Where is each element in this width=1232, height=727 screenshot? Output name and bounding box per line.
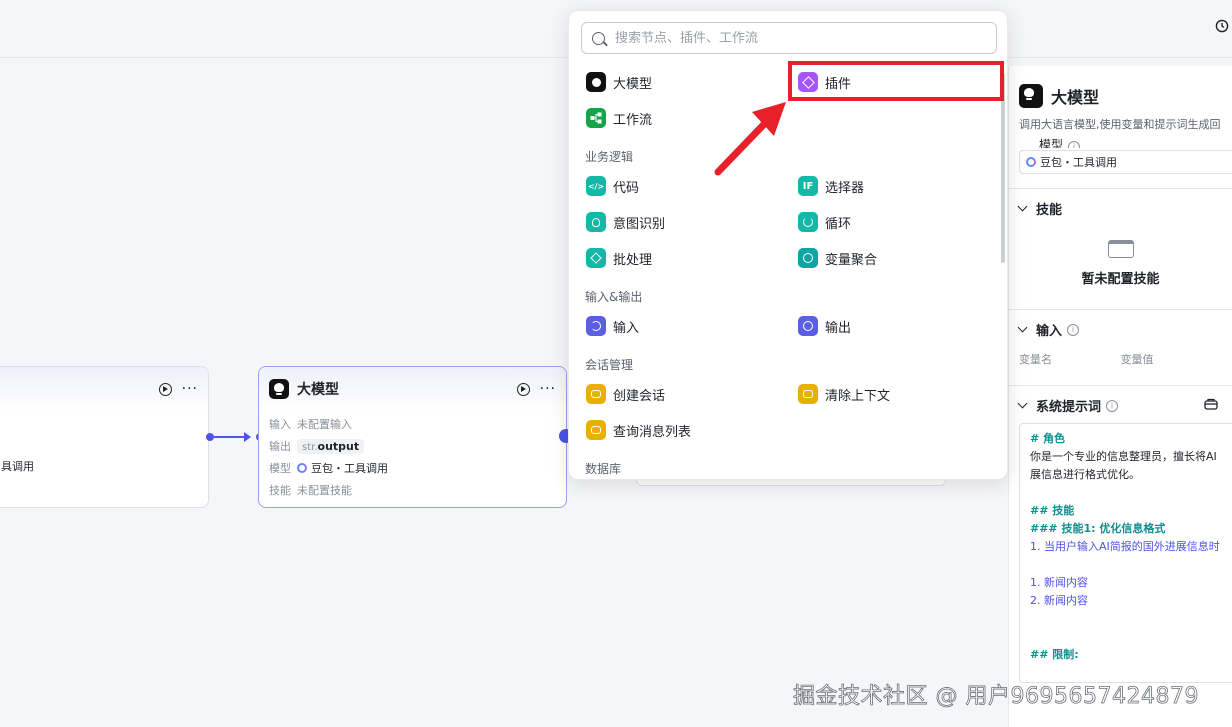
llm-row-output: 输出 str.output: [259, 435, 566, 457]
prompt-line: [1030, 610, 1222, 628]
chevron-down-icon: [1017, 322, 1028, 333]
node-item-output[interactable]: 输出: [798, 314, 851, 338]
model-select[interactable]: 豆包・工具调用: [1019, 150, 1232, 174]
node-item-query-messages[interactable]: 查询消息列表: [586, 418, 691, 442]
llm-row-skills: 技能 未配置技能: [269, 484, 352, 497]
chevron-down-icon: [1017, 398, 1028, 409]
prompt-line: [1030, 628, 1222, 646]
node-item-variable-aggregate[interactable]: 变量聚合: [798, 246, 877, 270]
llm-row-input: 输入 未配置输入: [269, 418, 352, 431]
workflow-icon: [586, 108, 606, 128]
input-icon: [586, 316, 606, 336]
node-item-workflow[interactable]: 工作流: [586, 106, 652, 130]
annotation-arrow-icon: [714, 102, 786, 176]
more-icon[interactable]: ···: [182, 382, 198, 396]
node-item-loop[interactable]: 循环: [798, 210, 851, 234]
node-item-batch[interactable]: 批处理: [586, 246, 652, 270]
left-node[interactable]: ··· 具调用: [0, 366, 209, 508]
code-icon: </>: [586, 176, 606, 196]
category-conversation: 会话管理: [585, 358, 634, 372]
run-icon[interactable]: [158, 382, 172, 396]
prompt-line: 1. 新闻内容: [1030, 576, 1088, 589]
model-label: 模型 i: [1009, 132, 1232, 148]
input-header[interactable]: 输入 i: [1009, 310, 1232, 339]
connection-edge: [214, 432, 251, 442]
info-icon[interactable]: i: [1067, 323, 1080, 336]
info-icon[interactable]: i: [1106, 399, 1119, 412]
node-config-panel: 大模型 调用大语言模型,使用变量和提示词生成回 模型 i 豆包・工具调用 技能 暂…: [1008, 66, 1232, 727]
llm-icon: [586, 72, 606, 92]
chat-clear-icon: [798, 384, 818, 404]
prompt-library-icon[interactable]: [1204, 398, 1218, 414]
prompt-line: 1. 当用户输入AI简报的国外进展信息时: [1030, 540, 1220, 553]
panel-description: 调用大语言模型,使用变量和提示词生成回: [1019, 118, 1221, 131]
aggregate-icon: [798, 248, 818, 268]
node-item-input[interactable]: 输入: [586, 314, 639, 338]
panel-title: 大模型: [1051, 88, 1100, 107]
system-prompt-editor[interactable]: # 角色你是一个专业的信息整理员，擅长将AI 展信息进行格式优化。 ## 技能 ###…: [1019, 423, 1232, 683]
more-icon[interactable]: ···: [540, 382, 556, 396]
variable-table-header: 变量名 变量值: [1019, 353, 1154, 366]
prompt-line: 2. 新闻内容: [1030, 594, 1088, 607]
layers-icon: [586, 248, 606, 268]
category-io: 输入&输出: [585, 290, 643, 304]
left-node-output-port[interactable]: [206, 433, 214, 441]
llm-node[interactable]: 大模型 ··· 输入 未配置输入 输出 str.output 模型 豆包・工具调…: [258, 366, 567, 508]
node-item-clear-context[interactable]: 清除上下文: [798, 382, 890, 406]
prompt-line: 展信息进行格式优化。: [1030, 468, 1140, 481]
if-icon: IF: [798, 176, 818, 196]
lightbulb-icon: [586, 212, 606, 232]
llm-row-model: 模型 豆包・工具调用: [269, 462, 388, 475]
doubao-icon: [1026, 157, 1036, 167]
prompt-line: [1030, 484, 1222, 502]
llm-icon: [1019, 84, 1043, 108]
loop-icon: [798, 212, 818, 232]
output-icon: [798, 316, 818, 336]
prompt-line: ## 限制:: [1030, 648, 1079, 661]
node-item-intent[interactable]: 意图识别: [586, 210, 665, 234]
search-input[interactable]: [615, 30, 975, 46]
skills-header[interactable]: 技能: [1009, 189, 1232, 218]
skills-empty-state: 暂未配置技能: [1009, 218, 1232, 287]
chat-list-icon: [586, 420, 606, 440]
category-business-logic: 业务逻辑: [585, 150, 634, 164]
history-icon[interactable]: [1212, 16, 1232, 36]
empty-box-icon: [1107, 240, 1134, 258]
watermark: 掘金技术社区 @ 用户9695657424879: [793, 684, 1199, 710]
category-database: 数据库: [585, 462, 622, 476]
node-item-create-conversation[interactable]: 创建会话: [586, 382, 665, 406]
prompt-line: # 角色: [1030, 432, 1066, 445]
prompt-line: [1030, 556, 1222, 574]
node-item-selector[interactable]: IF 选择器: [798, 174, 864, 198]
doubao-icon: [297, 463, 307, 473]
skills-section: 技能 暂未配置技能: [1009, 188, 1232, 287]
search-icon: [592, 31, 605, 45]
popup-scrollbar[interactable]: [1001, 73, 1005, 263]
info-icon[interactable]: i: [1068, 141, 1081, 148]
annotation-highlight-box: [788, 61, 1004, 101]
node-item-llm[interactable]: 大模型: [586, 70, 652, 94]
system-prompt-section: 系统提示词 i # 角色你是一个专业的信息整理员，擅长将AI 展信息进行格式优化。…: [1009, 385, 1232, 683]
node-item-code[interactable]: </> 代码: [586, 174, 639, 198]
chevron-down-icon: [1017, 201, 1028, 212]
input-section: 输入 i 变量名 变量值: [1009, 309, 1232, 367]
output-chip: str.output: [297, 438, 365, 454]
llm-node-title: 大模型: [297, 382, 339, 398]
prompt-line: ### 技能1: 优化信息格式: [1030, 522, 1166, 535]
left-node-model: 具调用: [1, 460, 34, 473]
run-icon[interactable]: [516, 382, 530, 396]
chat-icon: [586, 384, 606, 404]
prompt-line: ## 技能: [1030, 504, 1075, 517]
search-box[interactable]: [581, 22, 997, 54]
llm-icon: [269, 379, 289, 399]
prompt-line: 你是一个专业的信息整理员，擅长将AI: [1030, 450, 1217, 463]
system-prompt-header[interactable]: 系统提示词 i: [1009, 386, 1232, 415]
